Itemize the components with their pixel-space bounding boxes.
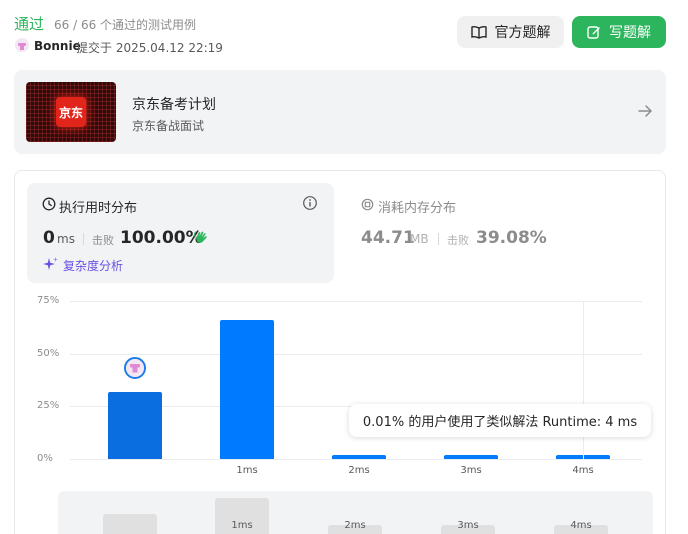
- official-solution-button[interactable]: 官方题解: [457, 16, 564, 48]
- runtime-unit: ms: [57, 232, 75, 246]
- memory-beat-label: 击败: [447, 234, 469, 247]
- y-tick-label: 50%: [37, 347, 60, 359]
- chart-gridline: [70, 301, 642, 302]
- memory-unit: MB: [410, 232, 429, 246]
- memory-value: 44.71: [361, 228, 415, 248]
- chart-gridline: [70, 353, 642, 355]
- plan-thumbnail: 京东: [26, 82, 116, 142]
- write-solution-button[interactable]: 写题解: [572, 16, 666, 48]
- plan-title: 京东备考计划: [132, 97, 216, 113]
- divider: [83, 233, 84, 245]
- edit-icon: [587, 26, 600, 39]
- submission-status: 通过: [14, 15, 45, 33]
- book-icon: [470, 25, 487, 39]
- scroller-mini-bar: [103, 514, 157, 534]
- runtime-title: 执行用时分布: [59, 201, 138, 216]
- author-name[interactable]: Bonnie: [34, 39, 81, 53]
- write-solution-label: 写题解: [609, 25, 651, 41]
- y-tick-label: 25%: [37, 400, 60, 412]
- clock-icon: [42, 197, 56, 211]
- divider: [438, 233, 439, 245]
- my-submission-marker[interactable]: [124, 357, 146, 379]
- sparkle-icon: [43, 257, 58, 270]
- official-solution-label: 官方题解: [494, 25, 551, 41]
- y-tick-label: 0%: [37, 453, 53, 464]
- clap-hands-icon: [193, 231, 207, 243]
- y-tick-label: 75%: [37, 295, 60, 306]
- chart-range-scroller[interactable]: 1ms 2ms 3ms 4ms: [58, 491, 653, 534]
- chart-bar-3ms[interactable]: [444, 455, 498, 459]
- memory-beat-value: 39.08%: [476, 228, 547, 248]
- runtime-beat-label: 击败: [92, 234, 114, 247]
- x-tick-label: 2ms: [348, 465, 370, 476]
- scroller-label: 1ms: [231, 520, 253, 531]
- chart-tooltip: 0.01% 的用户使用了类似解法 Runtime: 4 ms: [349, 404, 651, 437]
- x-tick-label: 4ms: [572, 465, 594, 476]
- complexity-analysis-link[interactable]: 复杂度分析: [63, 257, 123, 274]
- arrow-right-icon[interactable]: [636, 102, 654, 120]
- scroller-label: 3ms: [457, 520, 479, 531]
- memory-tab[interactable]: 消耗内存分布: [378, 197, 456, 216]
- chart-bar-0ms[interactable]: [108, 391, 162, 459]
- runtime-value: 0: [43, 228, 55, 248]
- x-tick-label: 3ms: [460, 465, 482, 476]
- chart-bar-2ms[interactable]: [332, 455, 386, 459]
- x-tick-label: 1ms: [236, 465, 258, 476]
- scroller-label: 4ms: [570, 520, 592, 531]
- runtime-beat-value: 100.00%: [120, 228, 203, 248]
- chart-bar-1ms[interactable]: [220, 319, 274, 459]
- avatar[interactable]: [15, 38, 29, 52]
- scroller-label: 2ms: [344, 520, 366, 531]
- memory-chip-icon: [361, 198, 374, 211]
- info-icon[interactable]: [302, 195, 318, 211]
- testcase-count: 66 / 66 个通过的测试用例: [54, 18, 197, 32]
- submitted-time: 提交于 2025.04.12 22:19: [76, 41, 223, 55]
- plan-subtitle: 京东备战面试: [132, 119, 205, 133]
- chart-gridline: [70, 459, 642, 460]
- jd-logo: 京东: [56, 97, 86, 127]
